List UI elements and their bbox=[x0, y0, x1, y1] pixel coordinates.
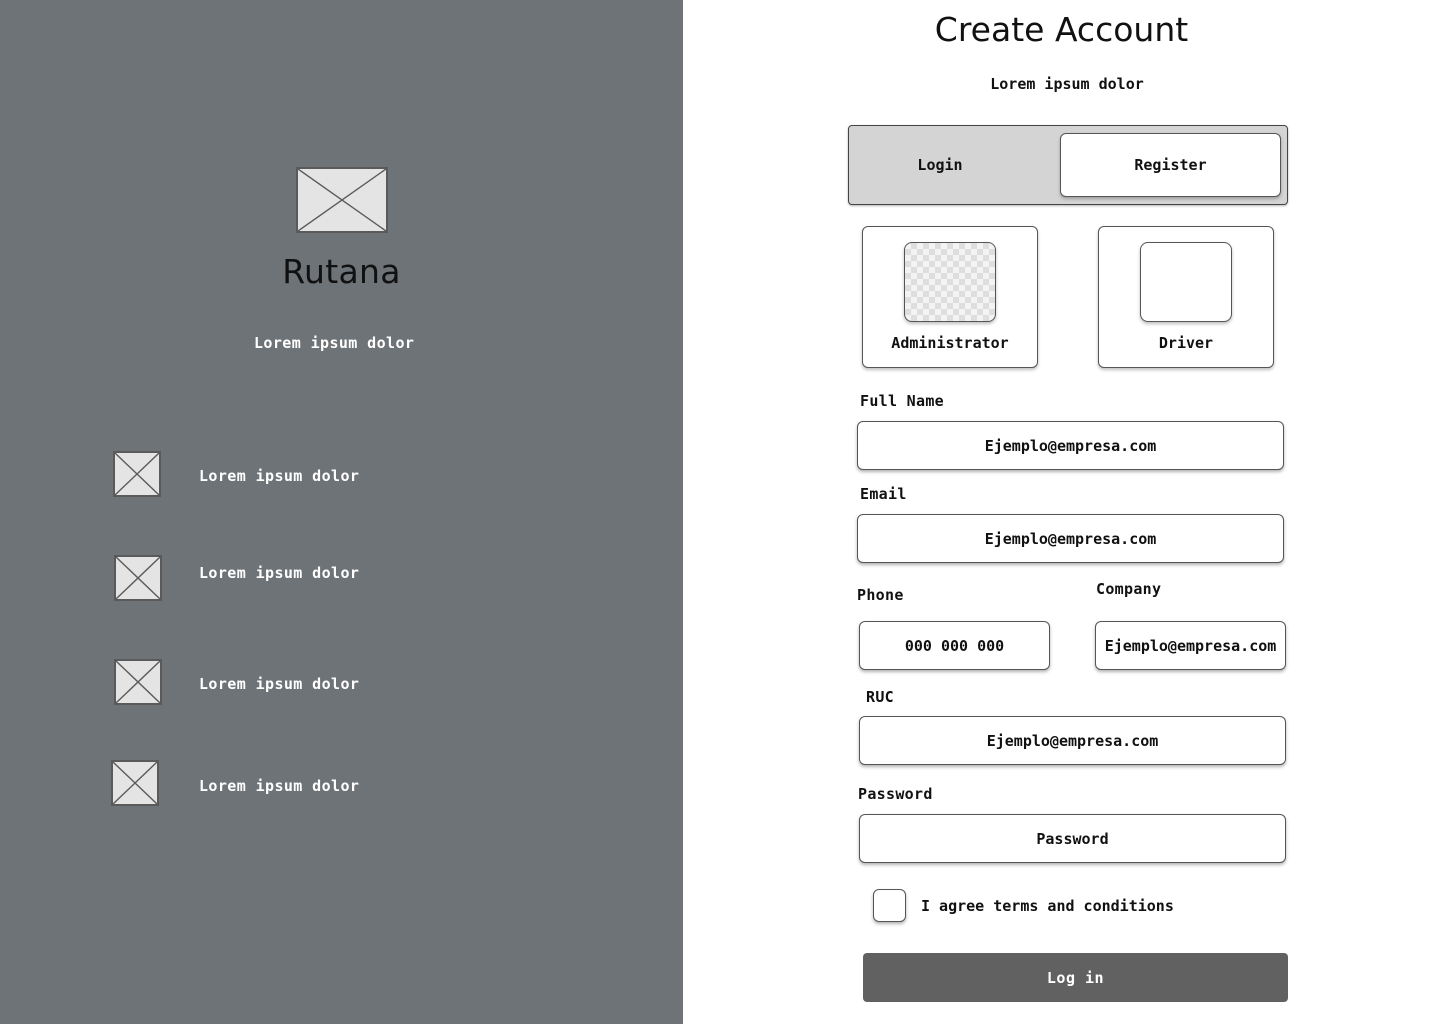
company-input[interactable]: Ejemplo@empresa.com bbox=[1095, 621, 1286, 670]
login-register-toggle: Login Register bbox=[848, 125, 1288, 205]
brand-name: Rutana bbox=[282, 252, 401, 291]
full-name-label: Full Name bbox=[860, 392, 944, 410]
login-button[interactable]: Log in bbox=[863, 953, 1288, 1002]
feature-image-icon bbox=[114, 659, 162, 705]
email-label: Email bbox=[860, 485, 907, 503]
feature-text: Lorem ipsum dolor bbox=[199, 564, 360, 582]
full-name-input[interactable]: Ejemplo@empresa.com bbox=[857, 421, 1284, 470]
role-card-driver[interactable]: Driver bbox=[1098, 226, 1274, 368]
ruc-input[interactable]: Ejemplo@empresa.com bbox=[859, 716, 1286, 765]
brand-tagline: Lorem ipsum dolor bbox=[254, 334, 415, 352]
feature-image-icon bbox=[113, 451, 161, 497]
image-placeholder-icon bbox=[904, 242, 996, 322]
tab-login[interactable]: Login bbox=[849, 133, 1031, 197]
terms-label: I agree terms and conditions bbox=[921, 897, 1174, 915]
image-placeholder-icon bbox=[1140, 242, 1232, 322]
feature-image-icon bbox=[114, 555, 162, 601]
email-input[interactable]: Ejemplo@empresa.com bbox=[857, 514, 1284, 563]
tab-register[interactable]: Register bbox=[1060, 133, 1281, 197]
feature-text: Lorem ipsum dolor bbox=[199, 467, 360, 485]
phone-input[interactable]: 000 000 000 bbox=[859, 621, 1050, 670]
ruc-label: RUC bbox=[866, 688, 894, 706]
feature-image-icon bbox=[111, 760, 159, 806]
company-label: Company bbox=[1096, 580, 1162, 598]
page-title: Create Account bbox=[934, 10, 1189, 49]
terms-checkbox[interactable] bbox=[873, 889, 906, 922]
brand-panel: Rutana Lorem ipsum dolor Lorem ipsum dol… bbox=[0, 0, 683, 1024]
page-subtitle: Lorem ipsum dolor bbox=[990, 75, 1144, 93]
password-input[interactable]: Password bbox=[859, 814, 1286, 863]
logo-image-icon bbox=[296, 167, 388, 233]
password-label: Password bbox=[858, 785, 933, 803]
role-label: Administrator bbox=[891, 334, 1009, 352]
feature-text: Lorem ipsum dolor bbox=[199, 777, 360, 795]
feature-text: Lorem ipsum dolor bbox=[199, 675, 360, 693]
role-label: Driver bbox=[1158, 334, 1214, 352]
role-card-administrator[interactable]: Administrator bbox=[862, 226, 1038, 368]
phone-label: Phone bbox=[857, 586, 904, 604]
